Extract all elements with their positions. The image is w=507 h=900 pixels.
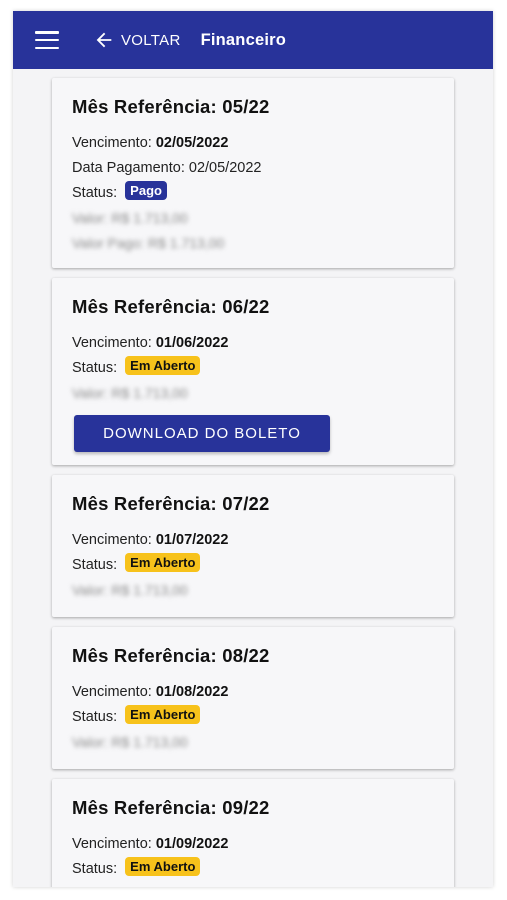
status-badge: Em Aberto <box>125 356 201 375</box>
due-date-label: Vencimento: <box>72 684 152 700</box>
payment-date-label: Data Pagamento: <box>72 160 185 176</box>
invoice-title: Mês Referência: 06/22 <box>72 296 270 317</box>
status-label: Status: <box>72 557 118 573</box>
due-date-line: Vencimento: 01/07/2022 <box>72 528 434 553</box>
due-date-value: 01/07/2022 <box>155 532 229 548</box>
amount-text: Valor: R$ 1.713,00 <box>72 210 188 226</box>
due-date-line: Vencimento: 01/08/2022 <box>72 680 434 705</box>
status-label: Status: <box>72 709 118 725</box>
invoice-card: Mês Referência: 08/22 Vencimento: 01/08/… <box>52 627 454 769</box>
invoice-card: Mês Referência: 06/22 Vencimento: 01/06/… <box>52 278 454 465</box>
status-label: Status: <box>72 861 118 877</box>
invoice-card: Mês Referência: 09/22 Vencimento: 01/09/… <box>52 779 454 887</box>
hamburger-menu-icon[interactable] <box>35 31 59 49</box>
status-line: Status: Pago <box>72 181 434 206</box>
invoice-title: Mês Referência: 08/22 <box>72 645 270 666</box>
due-date-label: Vencimento: <box>72 335 152 351</box>
due-date-value: 02/05/2022 <box>155 135 229 151</box>
due-date-line: Vencimento: 01/06/2022 <box>72 331 434 356</box>
invoice-title: Mês Referência: 07/22 <box>72 493 270 514</box>
status-line: Status: Em Aberto <box>72 553 434 578</box>
invoice-card: Mês Referência: 05/22 Vencimento: 02/05/… <box>52 78 454 268</box>
amount-text: Valor: R$ 1.713,00 <box>72 385 188 401</box>
page-title: Financeiro <box>200 30 287 49</box>
payment-date-value: 02/05/2022 <box>188 160 262 176</box>
due-date-value: 01/08/2022 <box>155 684 229 700</box>
status-badge: Pago <box>125 181 167 200</box>
status-badge: Em Aberto <box>125 553 201 572</box>
back-label: VOLTAR <box>121 31 181 49</box>
status-badge: Em Aberto <box>125 705 201 724</box>
due-date-line: Vencimento: 02/05/2022 <box>72 131 434 156</box>
download-boleto-button[interactable]: DOWNLOAD DO BOLETO <box>74 415 330 452</box>
due-date-label: Vencimento: <box>72 836 152 852</box>
status-line: Status: Em Aberto <box>72 857 434 882</box>
invoice-list[interactable]: Mês Referência: 05/22 Vencimento: 02/05/… <box>13 69 493 887</box>
amount-text: Valor: R$ 1.713,00 <box>72 582 188 598</box>
due-date-value: 01/06/2022 <box>155 335 229 351</box>
amount-text: Valor: R$ 1.713,00 <box>72 734 188 750</box>
invoice-title: Mês Referência: 09/22 <box>72 797 270 818</box>
invoice-card: Mês Referência: 07/22 Vencimento: 01/07/… <box>52 475 454 617</box>
back-button[interactable]: VOLTAR <box>93 29 181 51</box>
status-line: Status: Em Aberto <box>72 705 434 730</box>
payment-date-line: Data Pagamento: 02/05/2022 <box>72 156 434 181</box>
app-screen: VOLTAR Financeiro Mês Referência: 05/22 … <box>13 11 493 887</box>
due-date-line: Vencimento: 01/09/2022 <box>72 832 434 857</box>
amount-paid-text: Valor Pago: R$ 1.713,00 <box>72 235 225 251</box>
status-badge: Em Aberto <box>125 857 201 876</box>
status-label: Status: <box>72 185 118 201</box>
app-bar: VOLTAR Financeiro <box>13 11 493 69</box>
status-line: Status: Em Aberto <box>72 356 434 381</box>
arrow-left-icon <box>96 32 112 48</box>
status-label: Status: <box>72 360 118 376</box>
due-date-label: Vencimento: <box>72 135 152 151</box>
invoice-title: Mês Referência: 05/22 <box>72 96 270 117</box>
due-date-label: Vencimento: <box>72 532 152 548</box>
due-date-value: 01/09/2022 <box>155 836 229 852</box>
